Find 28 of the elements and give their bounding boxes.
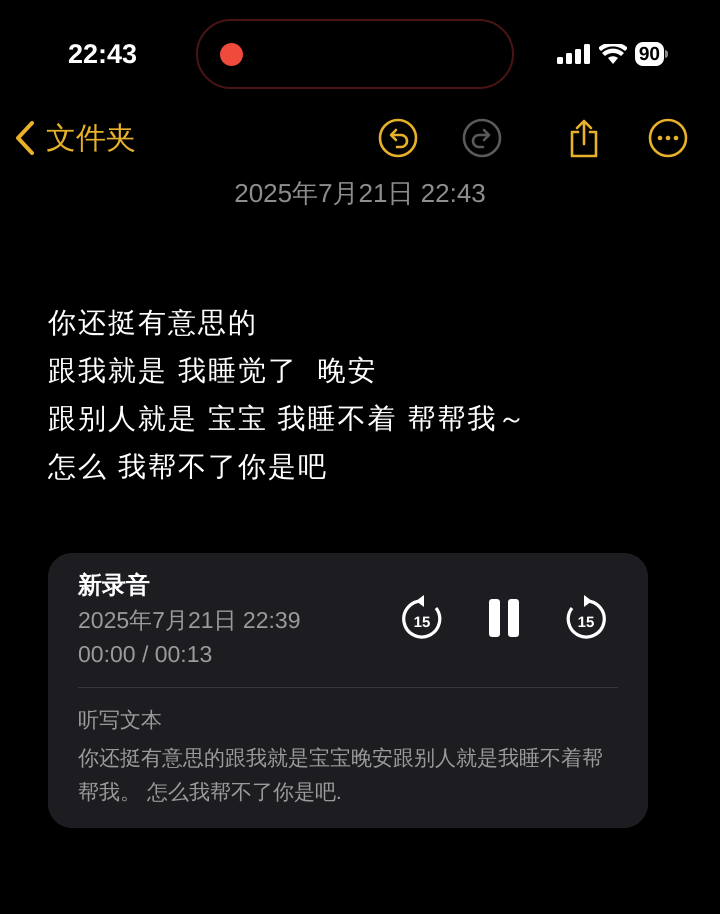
note-line: 怎么 我帮不了你是吧 (48, 450, 329, 484)
undo-icon (378, 118, 418, 158)
signal-icon (556, 44, 591, 64)
skip-forward-button[interactable]: 15 (564, 595, 608, 641)
transcript-text: 你还挺有意思的跟我就是宝宝晚安跟别人就是我睡不着帮帮我。 怎么我帮不了你是吧. (78, 746, 604, 806)
playback-time: 00:00 / 00:13 (78, 640, 214, 669)
rewind-arrow-icon (400, 595, 444, 641)
note-line: 你还挺有意思的 (48, 306, 259, 340)
battery-cap-icon (665, 50, 668, 58)
pause-button[interactable] (486, 596, 522, 640)
recording-title: 新录音 (78, 571, 151, 601)
status-time: 22:43 (68, 38, 138, 71)
wifi-icon (598, 44, 627, 64)
chevron-left-icon (14, 120, 36, 156)
recording-date: 2025年7月21日 22:39 (78, 606, 300, 635)
pause-icon (489, 599, 519, 637)
battery-level: 90 (634, 42, 664, 66)
skip-back-button[interactable]: 15 (400, 595, 444, 641)
forward-arrow-icon (564, 595, 608, 641)
undo-button[interactable] (376, 116, 420, 160)
transcript-label: 听写文本 (78, 708, 163, 734)
back-button[interactable]: 文件夹 (14, 116, 136, 160)
note-line: 跟我就是 我睡觉了 晚安 (48, 354, 378, 388)
more-button[interactable] (646, 116, 690, 160)
more-icon (648, 118, 688, 158)
note-line: 跟别人就是 宝宝 我睡不着 帮帮我～ (48, 402, 528, 436)
redo-icon (462, 118, 502, 158)
note-date: 2025年7月21日 22:43 (234, 177, 486, 210)
